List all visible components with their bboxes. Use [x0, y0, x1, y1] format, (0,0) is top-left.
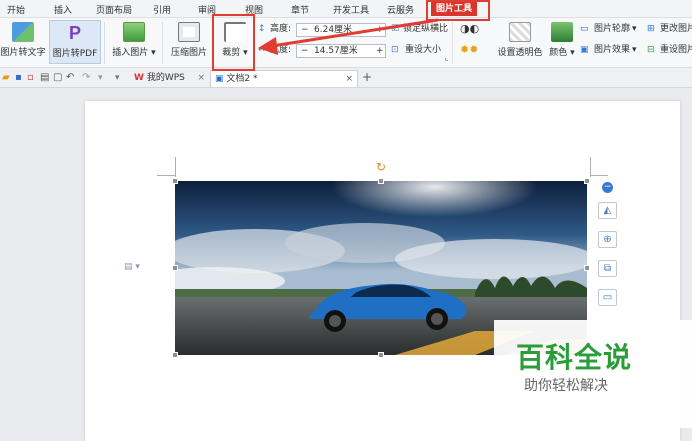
watermark-panel: 百科全说 助你轻松解决 — [494, 320, 692, 428]
watermark-title: 百科全说 — [516, 341, 633, 374]
watermark-subtitle: 助你轻松解决 — [524, 378, 608, 394]
